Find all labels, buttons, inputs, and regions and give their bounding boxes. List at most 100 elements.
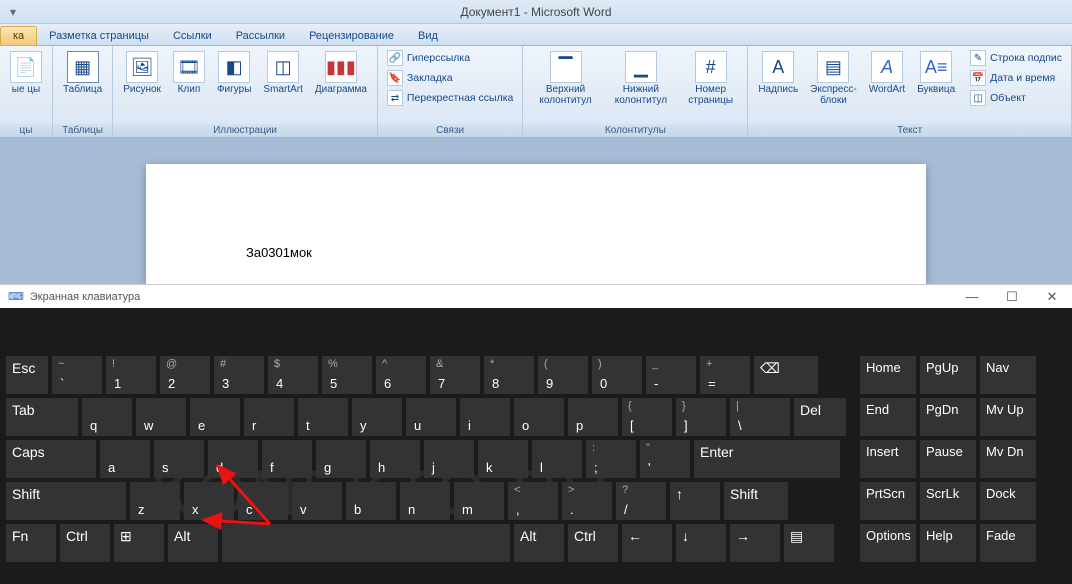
key-Fn[interactable]: Fn (6, 524, 56, 562)
key-l[interactable]: l (532, 440, 582, 478)
key-4[interactable]: $4 (268, 356, 318, 394)
key-pause[interactable]: Pause (920, 440, 976, 478)
wordart-button[interactable]: AWordArt (865, 49, 910, 97)
key-\[interactable]: |\ (730, 398, 790, 436)
key--[interactable]: _- (646, 356, 696, 394)
key-=[interactable]: += (700, 356, 750, 394)
key-insert[interactable]: Insert (860, 440, 916, 478)
key-y[interactable]: y (352, 398, 402, 436)
key-Ctrl[interactable]: Ctrl (60, 524, 110, 562)
key-b[interactable]: b (346, 482, 396, 520)
key-scrlk[interactable]: ScrLk (920, 482, 976, 520)
key-'[interactable]: "' (640, 440, 690, 478)
datetime-button[interactable]: 📅Дата и время (967, 69, 1065, 87)
key-↓[interactable]: ↓ (676, 524, 726, 562)
key-m[interactable]: m (454, 482, 504, 520)
pages-button[interactable]: 📄ые цы (6, 49, 46, 97)
key-g[interactable]: g (316, 440, 366, 478)
key-Enter[interactable]: Enter (694, 440, 840, 478)
key-Ctrl[interactable]: Ctrl (568, 524, 618, 562)
key-t[interactable]: t (298, 398, 348, 436)
key-h[interactable]: h (370, 440, 420, 478)
pagenum-button[interactable]: #Номер страницы (680, 49, 741, 108)
minimize-button[interactable]: — (952, 285, 992, 309)
hyperlink-button[interactable]: 🔗Гиперссылка (384, 49, 516, 67)
tab-page-layout[interactable]: Разметка страницы (37, 27, 161, 45)
qat-dropdown-icon[interactable]: ▾ (10, 5, 16, 19)
key-8[interactable]: *8 (484, 356, 534, 394)
key-5[interactable]: %5 (322, 356, 372, 394)
maximize-button[interactable]: ☐ (992, 285, 1032, 309)
key-help[interactable]: Help (920, 524, 976, 562)
key-Alt[interactable]: Alt (168, 524, 218, 562)
key-.[interactable]: >. (562, 482, 612, 520)
table-button[interactable]: ▦Таблица (59, 49, 106, 97)
key-n[interactable]: n (400, 482, 450, 520)
key-↑[interactable]: ↑ (670, 482, 720, 520)
key-Shift[interactable]: Shift (724, 482, 788, 520)
tab-view[interactable]: Вид (406, 27, 450, 45)
picture-button[interactable]: 🖼Рисунок (119, 49, 165, 97)
key-s[interactable]: s (154, 440, 204, 478)
shapes-button[interactable]: ◧Фигуры (213, 49, 255, 97)
key-nav[interactable]: Nav (980, 356, 1036, 394)
key-x[interactable]: x (184, 482, 234, 520)
key-1[interactable]: !1 (106, 356, 156, 394)
key-o[interactable]: o (514, 398, 564, 436)
key-mv up[interactable]: Mv Up (980, 398, 1036, 436)
clip-button[interactable]: 🎞Клип (169, 49, 209, 97)
chart-button[interactable]: ▮▮▮Диаграмма (311, 49, 371, 97)
tab-references[interactable]: Ссылки (161, 27, 224, 45)
key-`[interactable]: ~` (52, 356, 102, 394)
key-][interactable]: }] (676, 398, 726, 436)
key-;[interactable]: :; (586, 440, 636, 478)
key-2[interactable]: @2 (160, 356, 210, 394)
smartart-button[interactable]: ◫SmartArt (259, 49, 306, 97)
tab-mailings[interactable]: Рассылки (224, 27, 297, 45)
key-pgup[interactable]: PgUp (920, 356, 976, 394)
key-e[interactable]: e (190, 398, 240, 436)
key-3[interactable]: #3 (214, 356, 264, 394)
key-blank[interactable] (222, 524, 510, 562)
key-6[interactable]: ^6 (376, 356, 426, 394)
key-,[interactable]: <, (508, 482, 558, 520)
bookmark-button[interactable]: 🔖Закладка (384, 69, 516, 87)
key-d[interactable]: d (208, 440, 258, 478)
key-⌫[interactable]: ⌫ (754, 356, 818, 394)
document-page[interactable]: За0301мок (146, 164, 926, 284)
key-Caps[interactable]: Caps (6, 440, 96, 478)
key-dock[interactable]: Dock (980, 482, 1036, 520)
tab-review[interactable]: Рецензирование (297, 27, 406, 45)
object-button[interactable]: ◫Объект (967, 89, 1065, 107)
key-Esc[interactable]: Esc (6, 356, 48, 394)
quickparts-button[interactable]: ▤Экспресс-блоки (806, 49, 861, 108)
key-k[interactable]: k (478, 440, 528, 478)
key-⊞[interactable]: ⊞ (114, 524, 164, 562)
key-r[interactable]: r (244, 398, 294, 436)
footer-button[interactable]: ▁Нижний колонтитул (606, 49, 676, 108)
key-pgdn[interactable]: PgDn (920, 398, 976, 436)
key-v[interactable]: v (292, 482, 342, 520)
key-j[interactable]: j (424, 440, 474, 478)
key-mv dn[interactable]: Mv Dn (980, 440, 1036, 478)
tab-insert[interactable]: ка (0, 26, 37, 45)
key-home[interactable]: Home (860, 356, 916, 394)
key-Del[interactable]: Del (794, 398, 846, 436)
key-c[interactable]: c (238, 482, 288, 520)
key-0[interactable]: )0 (592, 356, 642, 394)
key-q[interactable]: q (82, 398, 132, 436)
key-7[interactable]: &7 (430, 356, 480, 394)
textbox-button[interactable]: AНадпись (754, 49, 802, 97)
key-z[interactable]: z (130, 482, 180, 520)
key-→[interactable]: → (730, 524, 780, 562)
key-f[interactable]: f (262, 440, 312, 478)
key-Alt[interactable]: Alt (514, 524, 564, 562)
key-←[interactable]: ← (622, 524, 672, 562)
key-a[interactable]: a (100, 440, 150, 478)
key-i[interactable]: i (460, 398, 510, 436)
key-p[interactable]: p (568, 398, 618, 436)
key-u[interactable]: u (406, 398, 456, 436)
key-[[interactable]: {[ (622, 398, 672, 436)
key-/[interactable]: ?/ (616, 482, 666, 520)
crossref-button[interactable]: ⇄Перекрестная ссылка (384, 89, 516, 107)
